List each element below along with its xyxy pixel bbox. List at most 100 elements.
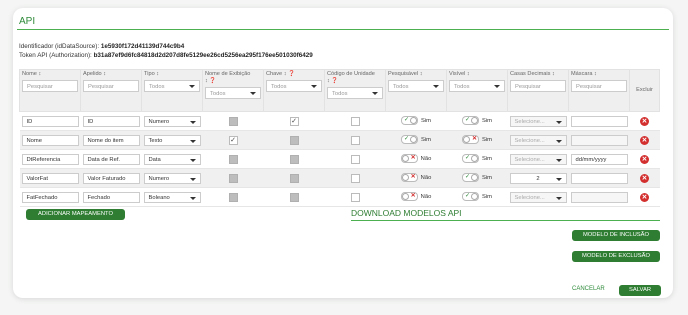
col-nome-exibicao-label[interactable]: Nome de Exibição [205, 71, 261, 78]
col-codigo-unidade-label[interactable]: Código de Unidade [327, 71, 383, 78]
table-row: DtReferencia Data de Ref. Data ✕ Não ✓ Sim… [19, 149, 660, 169]
identifier-value: 1e5930f172d41139d744c9b4 [100, 43, 185, 50]
visivel-toggle-label: Sim [482, 117, 492, 124]
delete-icon[interactable]: ✕ [640, 116, 649, 126]
col-apelido-label[interactable]: Apelido ↕ [83, 71, 139, 78]
visivel-toggle[interactable]: ✓ Sim [462, 116, 492, 125]
nome-input[interactable]: ValorFat [21, 172, 79, 184]
delete-icon[interactable]: ✕ [640, 135, 649, 145]
mascara-filter-input[interactable]: Pesquisar [571, 80, 627, 92]
codigo-unidade-checkbox[interactable] [350, 135, 360, 145]
pesquisavel-toggle[interactable]: ✕ Não [400, 154, 431, 163]
pesquisavel-toggle[interactable]: ✓ Sim [401, 116, 431, 125]
download-divider [351, 220, 660, 221]
col-nome: Nome ↕ Pesquisar [19, 69, 81, 112]
nome-input[interactable]: ID [21, 115, 79, 127]
nome-exibicao-filter-select[interactable]: Todos [205, 87, 261, 99]
tipo-select[interactable]: Numero [143, 115, 201, 127]
col-nome-exibicao-help-icon[interactable]: ↕ ❓ [205, 78, 261, 85]
nome-input[interactable]: Nome [21, 134, 79, 146]
tipo-select[interactable]: Texto [143, 134, 201, 146]
col-visivel-label[interactable]: Visível ↕ [449, 71, 505, 78]
col-chave: Chave ↕ ❓ Todos [263, 69, 325, 112]
tipo-select[interactable]: Boleano [143, 191, 201, 203]
table-row: ID ID Numero ✓ ✓ Sim ✓ Sim Selecione... ✕ [19, 111, 660, 131]
col-pesquisavel-label[interactable]: Pesquisável ↕ [388, 71, 444, 78]
cross-icon: ✕ [410, 193, 416, 199]
cancel-button[interactable]: CANCELAR [572, 286, 605, 292]
codigo-unidade-checkbox[interactable] [350, 154, 360, 164]
mascara-input[interactable] [570, 191, 628, 203]
nome-exibicao-checkbox[interactable]: ✓ [228, 135, 238, 145]
pesquisavel-toggle[interactable]: ✕ Não [400, 173, 432, 182]
visivel-toggle[interactable]: ✓ Sim [462, 154, 492, 163]
tipo-select[interactable]: Data [143, 153, 201, 165]
chave-checkbox [289, 192, 299, 202]
token-line: Token API (Authorization): b31a87ef9d6fc… [19, 51, 313, 60]
apelido-input[interactable]: ID [82, 115, 140, 127]
col-mascara: Máscara ↕ Pesquisar [568, 69, 630, 112]
pesquisavel-filter-select[interactable]: Todos [388, 80, 444, 92]
delete-icon[interactable]: ✕ [640, 173, 649, 183]
nome-exibicao-checkbox [228, 173, 238, 183]
chave-filter-select[interactable]: Todos [266, 80, 322, 92]
casas-decimais-select[interactable]: Selecione... [509, 134, 567, 146]
casas-decimais-filter-input[interactable]: Pesquisar [510, 80, 566, 92]
col-apelido: Apelido ↕ Pesquisar [80, 69, 142, 112]
nome-input[interactable]: DtReferencia [21, 153, 79, 165]
col-codigo-unidade-help-icon[interactable]: ↕ ❓ [327, 78, 383, 85]
col-excluir-label: Excluir [636, 87, 653, 93]
apelido-input[interactable]: Nome do item [82, 134, 140, 146]
check-icon: ✓ [465, 174, 471, 180]
casas-decimais-select[interactable]: 2 [509, 172, 567, 184]
mascara-input[interactable]: dd/mm/yyyy [570, 153, 628, 165]
pesquisavel-toggle[interactable]: ✓ Sim [401, 135, 431, 144]
col-nome-label[interactable]: Nome ↕ [22, 71, 78, 78]
casas-decimais-select[interactable]: Selecione... [509, 191, 567, 203]
apelido-input[interactable]: Fechado [82, 191, 140, 203]
col-casas-decimais-label[interactable]: Casas Decimais ↕ [510, 71, 566, 78]
col-chave-label[interactable]: Chave ↕ ❓ [266, 71, 322, 78]
nome-exibicao-checkbox [228, 116, 238, 126]
visivel-toggle[interactable]: ✓ Sim [462, 173, 492, 182]
mascara-input[interactable] [570, 172, 628, 184]
codigo-unidade-checkbox[interactable] [350, 192, 360, 202]
casas-decimais-select[interactable]: Selecione... [509, 115, 567, 127]
apelido-input[interactable]: Valor Faturado [82, 172, 140, 184]
visivel-toggle[interactable]: ✓ Sim [462, 192, 492, 201]
mascara-input[interactable] [570, 134, 628, 146]
col-excluir: Excluir [629, 69, 660, 112]
pesquisavel-toggle-label: Sim [421, 117, 431, 124]
title-divider [17, 29, 669, 30]
inclusion-model-button[interactable]: MODELO DE INCLUSÃO [572, 230, 660, 241]
col-tipo-label[interactable]: Tipo ↕ [144, 71, 200, 78]
codigo-unidade-checkbox[interactable] [350, 173, 360, 183]
apelido-input[interactable]: Data de Ref. [82, 153, 140, 165]
tipo-select[interactable]: Numero [143, 172, 201, 184]
casas-decimais-select[interactable]: Selecione... [509, 153, 567, 165]
visivel-toggle[interactable]: ✕ Sim [462, 135, 492, 144]
col-mascara-label[interactable]: Máscara ↕ [571, 71, 627, 78]
codigo-unidade-checkbox[interactable] [350, 116, 360, 126]
nome-input[interactable]: FatFechado [21, 191, 79, 203]
tipo-filter-select[interactable]: Todos [144, 80, 200, 92]
col-casas-decimais: Casas Decimais ↕ Pesquisar [507, 69, 569, 112]
add-mapping-button[interactable]: ADICIONAR MAPEAMENTO [26, 209, 125, 220]
delete-icon[interactable]: ✕ [640, 192, 649, 202]
delete-icon[interactable]: ✕ [640, 154, 649, 164]
save-button[interactable]: SALVAR [619, 285, 661, 296]
api-mapping-card: API Identificador (idDataSource): 1e5930… [13, 8, 673, 298]
visivel-filter-select[interactable]: Todos [449, 80, 505, 92]
codigo-unidade-filter-select[interactable]: Todos [327, 87, 383, 99]
check-icon: ✓ [465, 193, 471, 199]
nome-filter-input[interactable]: Pesquisar [22, 80, 78, 92]
pesquisavel-toggle[interactable]: ✕ Não [400, 192, 431, 201]
cross-icon: ✕ [410, 174, 416, 180]
pesquisavel-toggle-label: Não [420, 174, 432, 181]
chave-checkbox [289, 135, 299, 145]
apelido-filter-input[interactable]: Pesquisar [83, 80, 139, 92]
cross-icon: ✕ [471, 136, 477, 142]
exclusion-model-button[interactable]: MODELO DE EXCLUSÃO [572, 251, 660, 262]
mascara-input[interactable] [570, 115, 628, 127]
chave-checkbox[interactable]: ✓ [289, 116, 299, 126]
